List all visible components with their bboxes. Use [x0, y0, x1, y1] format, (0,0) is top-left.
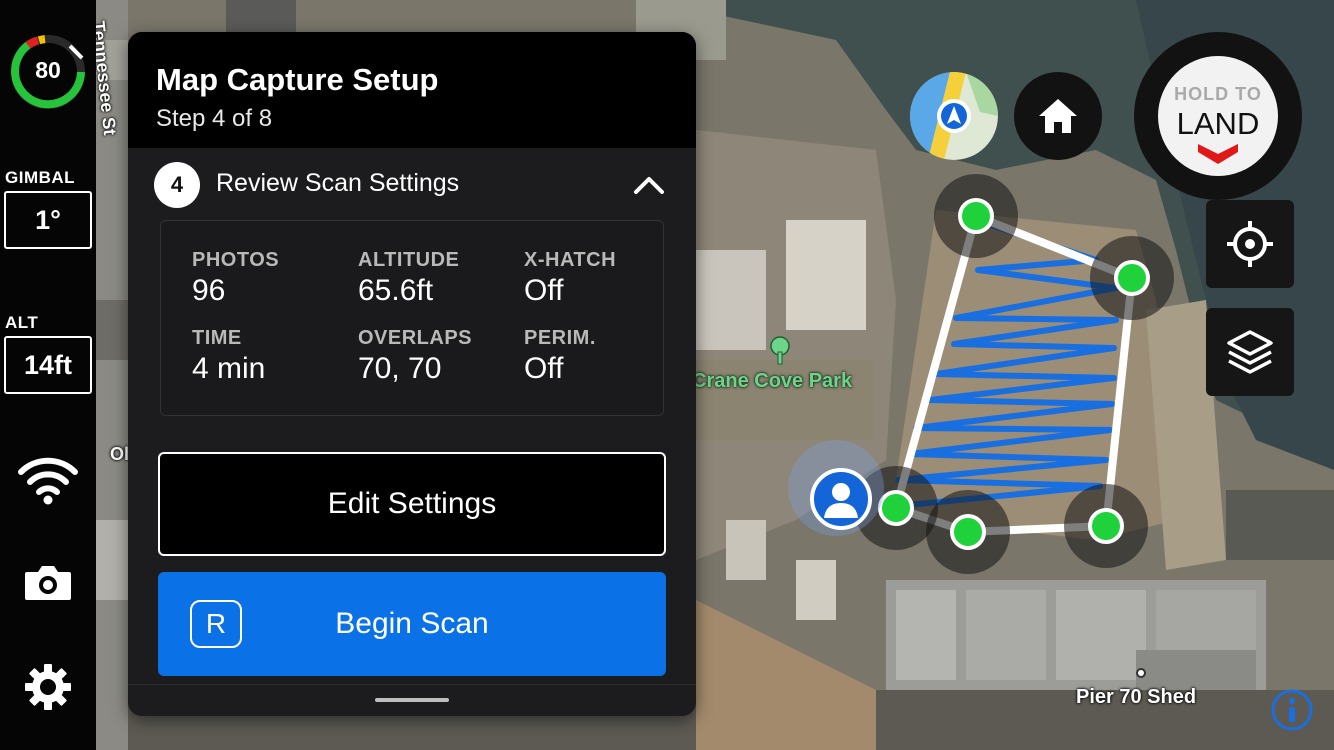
stat-value: 4 min — [192, 352, 266, 385]
panel-body: 4 Review Scan Settings PHOTOS 96 ALTITUD… — [128, 148, 696, 716]
panel-header: Map Capture Setup Step 4 of 8 — [128, 32, 696, 148]
drag-handle[interactable] — [375, 698, 449, 702]
hold-to-land-button[interactable]: HOLD TO LAND — [1134, 32, 1302, 200]
partial-map-label: Ol — [110, 444, 130, 464]
begin-scan-label: Begin Scan — [335, 607, 489, 640]
r-shortcut-badge: R — [190, 600, 242, 648]
begin-scan-button[interactable]: R Begin Scan — [158, 572, 666, 676]
stat-value: Off — [524, 274, 564, 307]
waypoint[interactable] — [934, 174, 1018, 258]
stat-label: ALTITUDE — [358, 249, 460, 271]
crosshair-icon — [1227, 221, 1273, 267]
step-number-badge: 4 — [154, 162, 200, 208]
recenter-button[interactable] — [1206, 200, 1294, 288]
gimbal-value: 1° — [4, 191, 92, 249]
edit-settings-button[interactable]: Edit Settings — [158, 452, 666, 556]
home-icon — [1039, 99, 1077, 133]
scan-stats-card: PHOTOS 96 ALTITUDE 65.6ft X-HATCH Off TI… — [160, 220, 664, 416]
settings-button[interactable] — [14, 656, 82, 718]
alt-value: 14ft — [4, 336, 92, 394]
stat-label: OVERLAPS — [358, 327, 473, 349]
waypoint[interactable] — [1090, 236, 1174, 320]
stat-time: TIME 4 min — [192, 327, 352, 386]
stat-perimeter: PERIM. Off — [524, 327, 684, 386]
stat-overlaps: OVERLAPS 70, 70 — [358, 327, 518, 386]
panel-divider — [128, 684, 696, 685]
gimbal-label: GIMBAL — [5, 168, 76, 187]
user-location-marker[interactable] — [788, 440, 884, 536]
camera-icon — [25, 566, 71, 600]
stat-x-hatch: X-HATCH Off — [524, 249, 684, 308]
waypoint[interactable] — [1064, 484, 1148, 568]
land-hold-text: HOLD TO — [1174, 84, 1262, 104]
info-icon[interactable] — [1270, 688, 1314, 732]
stat-label: PERIM. — [524, 327, 596, 349]
stat-label: PHOTOS — [192, 249, 280, 271]
telemetry-rail: 80 GIMBAL 1° ALT 14ft — [0, 0, 96, 750]
stat-label: X-HATCH — [524, 249, 617, 271]
return-home-button[interactable] — [1014, 72, 1102, 160]
stat-altitude: ALTITUDE 65.6ft — [358, 249, 518, 308]
camera-button[interactable] — [14, 552, 82, 614]
stat-value: 96 — [192, 274, 226, 307]
gear-icon — [25, 664, 71, 710]
pier-marker — [1136, 668, 1146, 678]
map-capture-panel: Map Capture Setup Step 4 of 8 4 Review S… — [128, 32, 696, 716]
land-button-face: HOLD TO LAND — [1158, 56, 1278, 176]
chevron-up-icon[interactable] — [632, 170, 666, 200]
layers-icon — [1227, 330, 1273, 374]
land-text: LAND — [1176, 106, 1260, 141]
stat-value: Off — [524, 352, 564, 385]
stat-value: 70, 70 — [358, 352, 442, 385]
wifi-button[interactable] — [14, 448, 82, 510]
waypoint[interactable] — [926, 490, 1010, 574]
user-avatar-icon — [824, 483, 858, 518]
panel-title: Map Capture Setup — [156, 62, 439, 97]
stat-label: TIME — [192, 327, 242, 349]
map-layers-button[interactable] — [1206, 308, 1294, 396]
stat-value: 65.6ft — [358, 274, 434, 307]
alt-label: ALT — [5, 313, 39, 332]
pier-label: Pier 70 Shed — [1076, 686, 1197, 708]
park-label: Crane Cove Park — [692, 370, 853, 392]
step-header-review-scan-settings[interactable]: 4 Review Scan Settings — [128, 148, 696, 220]
navigation-button[interactable] — [910, 72, 998, 160]
stat-photos: PHOTOS 96 — [192, 249, 352, 308]
panel-step-indicator: Step 4 of 8 — [156, 105, 273, 132]
wifi-icon — [18, 457, 78, 505]
maps-navigation-icon — [910, 72, 998, 160]
battery-percent: 80 — [35, 57, 61, 83]
battery-gauge: 80 — [8, 32, 88, 112]
step-title: Review Scan Settings — [216, 169, 460, 197]
chevron-down-icon — [1198, 144, 1238, 164]
